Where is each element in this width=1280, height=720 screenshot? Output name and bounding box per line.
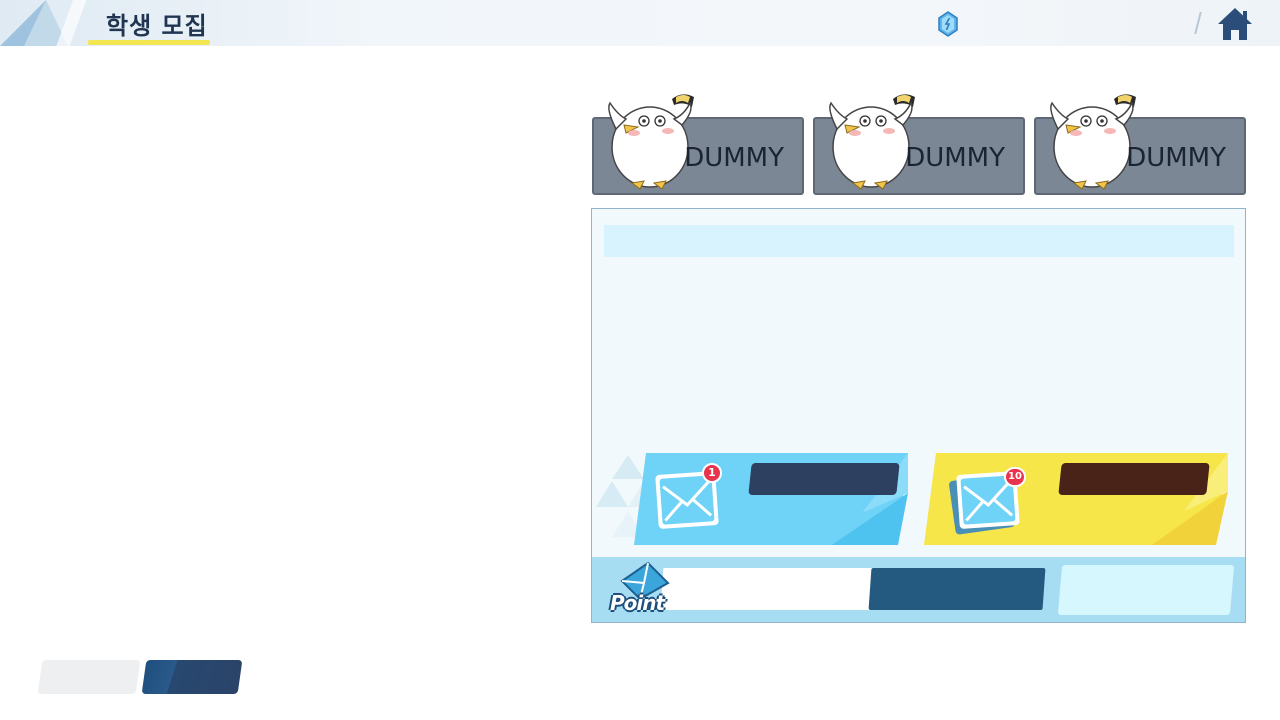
panel-header-bar xyxy=(604,225,1234,257)
recruit-1-label xyxy=(748,463,900,495)
dummy-bird-image xyxy=(829,94,915,190)
tab-right[interactable] xyxy=(141,660,243,694)
top-bar: 학생 모집 xyxy=(0,0,1280,46)
point-label: Point xyxy=(610,591,665,615)
dummy-bird-image xyxy=(1050,94,1136,190)
banner-card[interactable]: DUMMY xyxy=(592,94,804,195)
recruit-10-button[interactable]: 10 xyxy=(922,453,1228,545)
recruit-screen: 학생 모집 DUMMY DUMMY DUMMY 1 10 Point xyxy=(0,0,1280,720)
home-icon[interactable] xyxy=(1216,6,1254,42)
point-bar-track xyxy=(660,568,874,610)
banner-label: DUMMY xyxy=(1126,143,1226,173)
recruit-10-badge: 10 xyxy=(1004,467,1026,487)
banner-label: DUMMY xyxy=(684,143,784,173)
page-title: 학생 모집 xyxy=(106,12,208,40)
recruit-panel: 1 10 Point xyxy=(591,208,1246,623)
point-bar-fill xyxy=(868,568,1046,610)
tab-left[interactable] xyxy=(37,660,141,694)
recruit-10-label xyxy=(1058,463,1210,495)
banner-card[interactable]: DUMMY xyxy=(1034,94,1246,195)
point-exchange-button[interactable] xyxy=(1057,565,1235,615)
title-underline xyxy=(88,40,210,45)
gem-icon xyxy=(938,11,958,37)
recruit-1-badge: 1 xyxy=(702,463,722,483)
point-mail-icon: Point xyxy=(610,561,676,621)
banner-label: DUMMY xyxy=(905,143,1005,173)
topbar-divider xyxy=(1194,12,1202,34)
recruit-1-button[interactable]: 1 xyxy=(632,453,908,545)
dummy-bird-image xyxy=(608,94,694,190)
banner-card[interactable]: DUMMY xyxy=(813,94,1025,195)
